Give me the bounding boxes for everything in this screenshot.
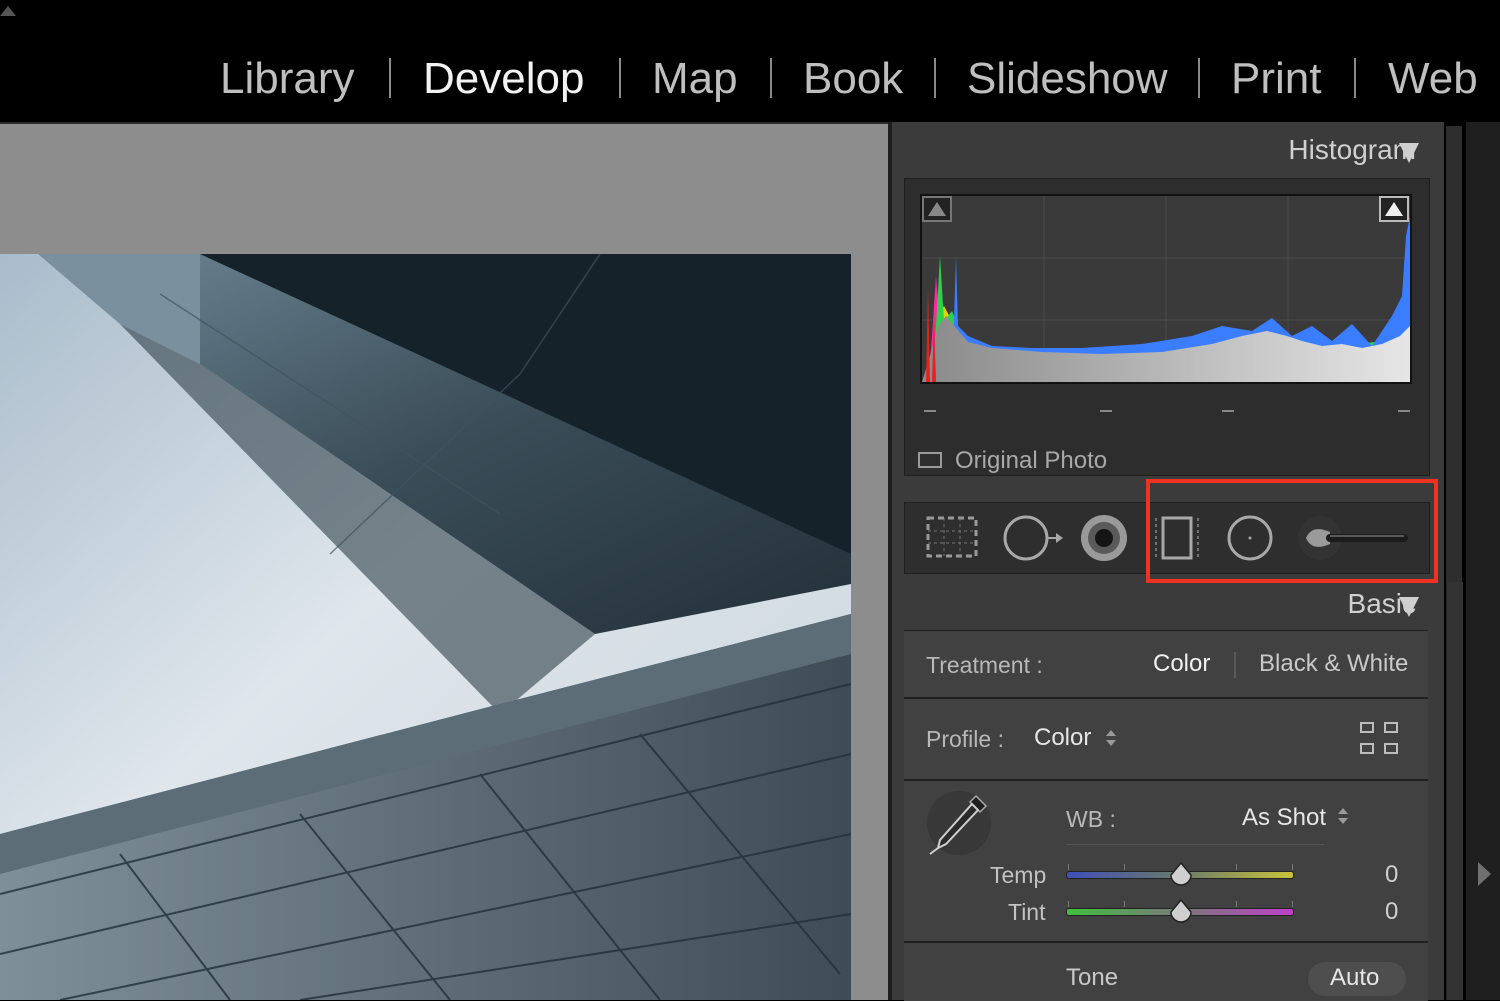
module-library[interactable]: Library bbox=[220, 52, 355, 106]
tone-label: Tone bbox=[1066, 964, 1119, 991]
treatment-color-option[interactable]: Color bbox=[1153, 650, 1210, 678]
basic-collapse-icon[interactable] bbox=[1399, 597, 1419, 617]
temp-value[interactable]: 0 bbox=[1385, 861, 1398, 889]
slider-tick bbox=[1124, 864, 1125, 870]
crop-overlay-icon[interactable] bbox=[924, 514, 980, 560]
module-separator bbox=[619, 58, 621, 98]
profile-select[interactable]: Color bbox=[1034, 724, 1091, 752]
module-slideshow[interactable]: Slideshow bbox=[967, 52, 1168, 106]
module-develop[interactable]: Develop bbox=[423, 52, 584, 106]
tint-label: Tint bbox=[1008, 899, 1046, 925]
treatment-separator bbox=[1234, 652, 1236, 678]
profile-browser-grid-icon[interactable] bbox=[1360, 722, 1400, 756]
histogram-graph[interactable] bbox=[920, 194, 1412, 384]
module-separator bbox=[770, 58, 772, 98]
highlight-clipping-toggle[interactable] bbox=[1379, 196, 1409, 222]
red-eye-icon[interactable] bbox=[1078, 512, 1130, 564]
slider-tick bbox=[1292, 864, 1293, 870]
profile-label: Profile : bbox=[926, 726, 1004, 752]
wb-select[interactable]: As Shot bbox=[1242, 804, 1326, 832]
temp-slider-thumb[interactable] bbox=[1168, 862, 1194, 888]
module-separator bbox=[1198, 58, 1200, 98]
slider-tick bbox=[1068, 864, 1069, 870]
slider-tick bbox=[1124, 901, 1125, 907]
white-balance-eyedropper-icon[interactable] bbox=[924, 788, 994, 858]
slider-tick bbox=[1236, 864, 1237, 870]
spot-removal-icon[interactable] bbox=[1000, 512, 1066, 564]
photo-preview[interactable] bbox=[0, 254, 851, 1000]
module-map[interactable]: Map bbox=[652, 52, 738, 106]
auto-tone-label[interactable]: Auto bbox=[1330, 964, 1379, 992]
slider-tick bbox=[1068, 901, 1069, 907]
treatment-bw-option[interactable]: Black & White bbox=[1259, 650, 1408, 678]
tint-value[interactable]: 0 bbox=[1385, 898, 1398, 926]
wb-stepper-icon[interactable] bbox=[1338, 808, 1348, 824]
module-separator bbox=[1354, 58, 1356, 98]
panel-scrollbar-thumb[interactable] bbox=[1446, 582, 1463, 1000]
histogram-collapse-icon[interactable] bbox=[1399, 143, 1419, 163]
wb-underline bbox=[1066, 844, 1324, 845]
original-photo-label: Original Photo bbox=[955, 447, 1108, 474]
slider-tick bbox=[1292, 901, 1293, 907]
module-print[interactable]: Print bbox=[1231, 52, 1321, 106]
original-photo-checkbox[interactable] bbox=[918, 452, 942, 468]
top-panel-toggle-icon[interactable] bbox=[0, 6, 16, 16]
histogram-readout-dash bbox=[1100, 410, 1112, 412]
profile-stepper-icon[interactable] bbox=[1106, 730, 1116, 746]
tools-highlight-box bbox=[1146, 479, 1438, 583]
temp-label: Temp bbox=[990, 862, 1047, 888]
wb-label: WB : bbox=[1066, 806, 1116, 832]
histogram-readout-dash bbox=[1222, 410, 1234, 412]
panel-toggle-arrow-icon[interactable] bbox=[1478, 862, 1491, 886]
module-separator bbox=[934, 58, 936, 98]
histogram-readout-dash bbox=[1398, 410, 1410, 412]
slider-tick bbox=[1236, 901, 1237, 907]
module-web[interactable]: Web bbox=[1388, 52, 1478, 106]
module-book[interactable]: Book bbox=[803, 52, 903, 106]
histogram-readout-dash bbox=[924, 410, 936, 412]
module-separator bbox=[389, 58, 391, 98]
shadow-clipping-toggle[interactable] bbox=[922, 196, 952, 222]
tint-slider-thumb[interactable] bbox=[1168, 899, 1194, 925]
treatment-label: Treatment : bbox=[926, 652, 1043, 678]
histogram-panel-title[interactable]: Histogram bbox=[1288, 134, 1416, 166]
